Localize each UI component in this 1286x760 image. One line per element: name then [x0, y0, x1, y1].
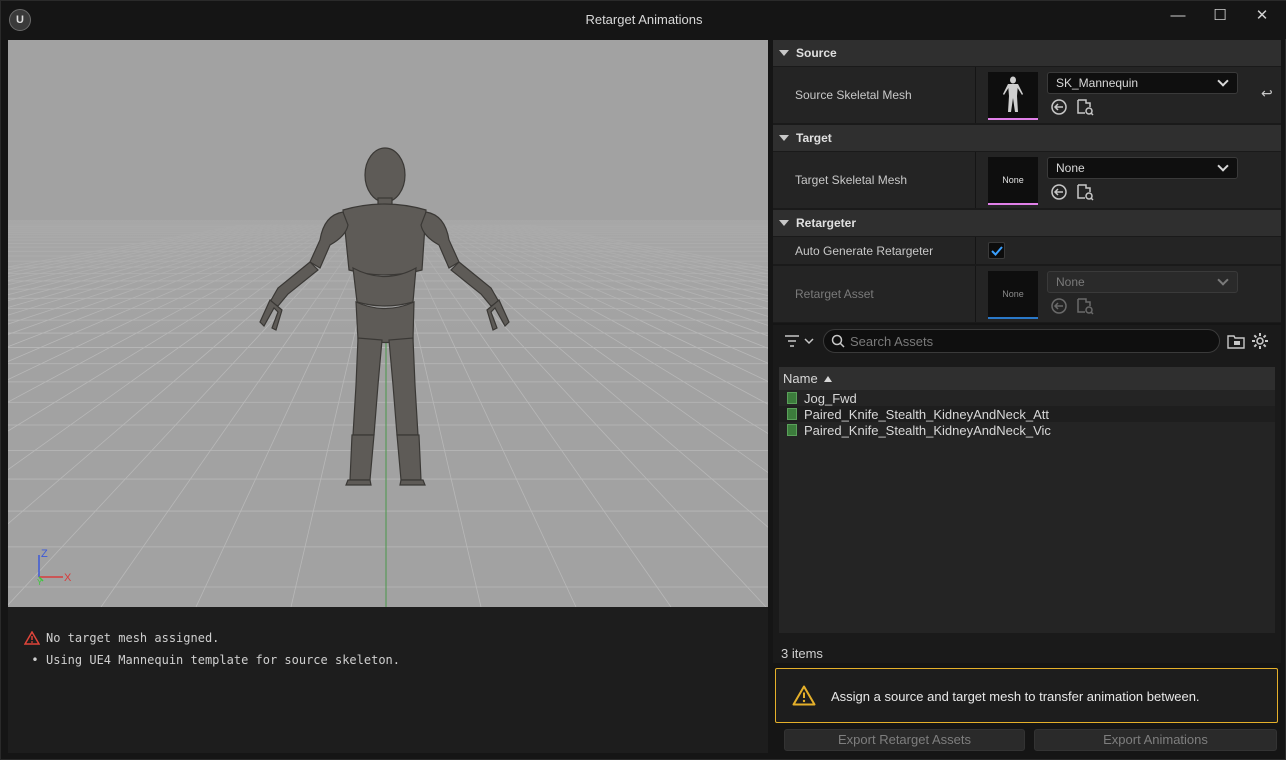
- collapse-arrow-icon[interactable]: [779, 50, 789, 56]
- error-triangle-icon: [24, 631, 46, 645]
- section-target[interactable]: Target: [773, 125, 1281, 151]
- thumbnail-none-label: None: [1002, 289, 1024, 299]
- chevron-down-icon: [1217, 160, 1229, 172]
- retarget-window: U Retarget Animations — ☐ ✕ Z X Y No tar…: [0, 0, 1286, 760]
- bullet-icon: •: [31, 653, 39, 667]
- section-title: Source: [796, 46, 837, 60]
- close-button[interactable]: ✕: [1244, 5, 1280, 31]
- source-mesh-value: SK_Mannequin: [1056, 76, 1139, 90]
- retarget-asset-value: None: [1056, 275, 1085, 289]
- use-selected-icon[interactable]: [1050, 98, 1068, 116]
- asset-name: Paired_Knife_Stealth_KidneyAndNeck_Att: [804, 406, 1049, 422]
- target-mesh-thumbnail[interactable]: None: [988, 157, 1038, 205]
- log-line: • Using UE4 Mannequin template for sourc…: [24, 649, 752, 671]
- column-header-name[interactable]: Name: [779, 367, 1275, 390]
- warning-message: Assign a source and target mesh to trans…: [775, 668, 1278, 723]
- filter-icon[interactable]: [783, 331, 817, 351]
- section-title: Target: [796, 131, 832, 145]
- x-axis-label: X: [64, 572, 72, 584]
- window-title: Retarget Animations: [585, 12, 703, 27]
- source-mesh-label: Source Skeletal Mesh: [795, 88, 912, 102]
- source-mesh-combo[interactable]: SK_Mannequin: [1047, 72, 1238, 94]
- log-text: No target mesh assigned.: [46, 631, 220, 645]
- asset-list: Name Jog_Fwd Paired_Knife_Stealth_Kidney…: [779, 367, 1275, 633]
- title-bar[interactable]: U Retarget Animations — ☐ ✕: [1, 1, 1286, 39]
- item-count: 3 items: [781, 646, 823, 661]
- minimize-button[interactable]: —: [1160, 5, 1196, 31]
- collapse-arrow-icon[interactable]: [779, 135, 789, 141]
- source-mesh-thumbnail[interactable]: [988, 72, 1038, 120]
- asset-browser: Name Jog_Fwd Paired_Knife_Stealth_Kidney…: [773, 325, 1281, 663]
- reset-to-default-icon[interactable]: ↩: [1261, 85, 1273, 102]
- log-line: No target mesh assigned.: [24, 627, 752, 649]
- retarget-asset-row: Retarget Asset None None: [773, 266, 1281, 323]
- list-item[interactable]: Paired_Knife_Stealth_KidneyAndNeck_Att: [779, 406, 1275, 422]
- collapse-arrow-icon[interactable]: [779, 220, 789, 226]
- section-retargeter[interactable]: Retargeter: [773, 210, 1281, 236]
- target-mesh-combo[interactable]: None: [1047, 157, 1238, 179]
- preview-viewport[interactable]: Z X Y: [8, 40, 768, 607]
- search-icon: [831, 334, 845, 348]
- use-selected-icon[interactable]: [1050, 183, 1068, 201]
- browse-asset-icon: [1077, 298, 1094, 315]
- maximize-button[interactable]: ☐: [1202, 5, 1238, 31]
- log-text: Using UE4 Mannequin template for source …: [46, 653, 401, 667]
- z-axis-label: Z: [41, 548, 48, 560]
- retarget-asset-thumbnail: None: [988, 271, 1038, 319]
- warning-triangle-icon: [792, 685, 816, 706]
- list-item[interactable]: Jog_Fwd: [779, 390, 1275, 406]
- auto-generate-label: Auto Generate Retargeter: [795, 244, 934, 258]
- viewport-scene: Z X Y: [8, 40, 768, 607]
- animation-sequence-icon: [787, 408, 797, 420]
- sort-ascending-icon: [823, 375, 832, 382]
- warning-text: Assign a source and target mesh to trans…: [831, 689, 1200, 704]
- list-item[interactable]: Paired_Knife_Stealth_KidneyAndNeck_Vic: [779, 422, 1275, 438]
- folder-view-icon[interactable]: [1227, 333, 1245, 349]
- mannequin-thumbnail-icon: [1003, 76, 1023, 112]
- browse-asset-icon[interactable]: [1076, 98, 1094, 116]
- browse-asset-icon[interactable]: [1076, 183, 1094, 201]
- target-mesh-label: Target Skeletal Mesh: [795, 173, 908, 187]
- asset-name: Paired_Knife_Stealth_KidneyAndNeck_Vic: [804, 422, 1051, 438]
- animation-sequence-icon: [787, 392, 797, 404]
- search-input[interactable]: [850, 332, 1210, 350]
- source-mesh-row: Source Skeletal Mesh SK_Mannequin ↩: [773, 67, 1281, 124]
- auto-generate-row: Auto Generate Retargeter: [773, 237, 1281, 265]
- chevron-down-icon: [1217, 274, 1229, 286]
- use-selected-icon: [1051, 298, 1067, 314]
- message-log: No target mesh assigned. • Using UE4 Man…: [8, 607, 768, 753]
- checkmark-icon: [990, 245, 1003, 256]
- export-retarget-assets-button[interactable]: Export Retarget Assets: [784, 729, 1025, 751]
- retarget-asset-combo: None: [1047, 271, 1238, 293]
- auto-generate-checkbox[interactable]: [988, 242, 1005, 259]
- export-animations-button[interactable]: Export Animations: [1034, 729, 1277, 751]
- section-title: Retargeter: [796, 216, 857, 230]
- gear-icon[interactable]: [1251, 332, 1269, 350]
- chevron-down-icon: [1217, 75, 1229, 87]
- details-panel: Source Source Skeletal Mesh SK_Mannequin…: [773, 40, 1281, 323]
- y-axis-label: Y: [37, 578, 43, 587]
- column-title: Name: [783, 371, 818, 386]
- animation-sequence-icon: [787, 424, 797, 436]
- search-box[interactable]: [823, 329, 1220, 353]
- target-mesh-value: None: [1056, 161, 1085, 175]
- target-mesh-row: Target Skeletal Mesh None None: [773, 152, 1281, 209]
- section-source[interactable]: Source: [773, 40, 1281, 66]
- thumbnail-none-label: None: [1002, 175, 1024, 185]
- retarget-asset-label: Retarget Asset: [795, 287, 874, 301]
- asset-name: Jog_Fwd: [804, 390, 857, 406]
